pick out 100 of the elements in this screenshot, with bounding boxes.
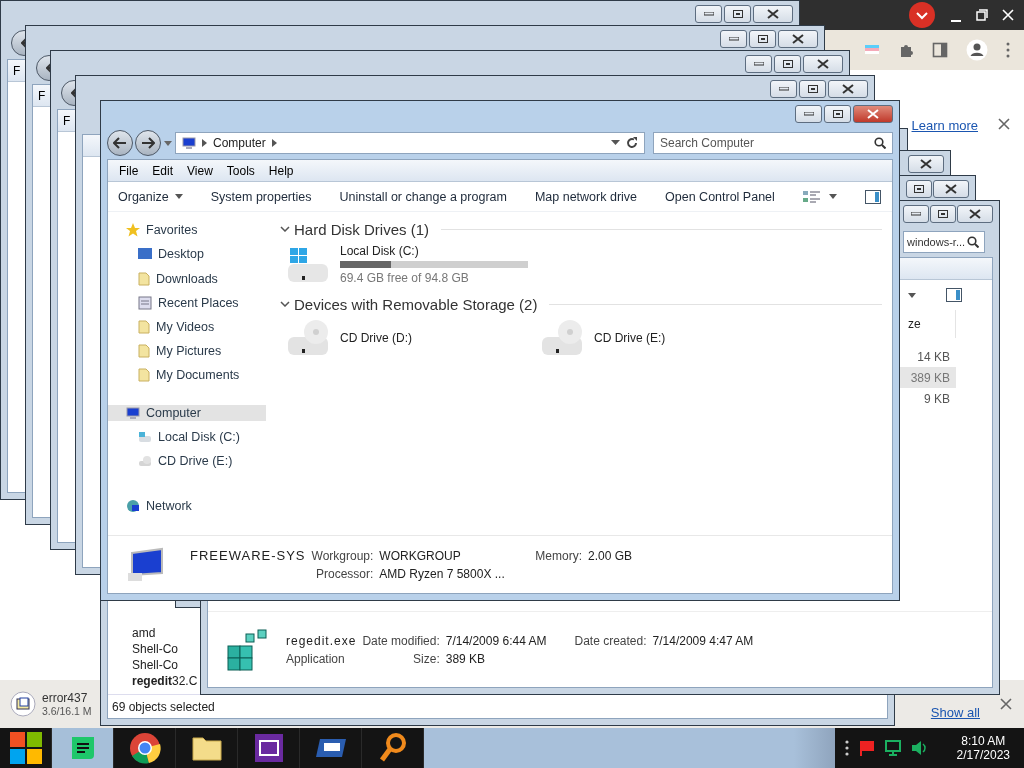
file-name[interactable]: regedit32.C xyxy=(132,674,198,690)
show-all-link[interactable]: Show all xyxy=(930,705,980,720)
chevron-down-icon[interactable] xyxy=(280,301,290,307)
menu-item[interactable]: F xyxy=(36,88,48,103)
back-button[interactable] xyxy=(61,80,75,106)
nav-item[interactable]: Network xyxy=(108,498,266,515)
nav-item[interactable]: My Pictures xyxy=(108,343,266,360)
view-options-icon[interactable] xyxy=(802,189,821,204)
close-button[interactable] xyxy=(933,180,969,198)
caret-icon[interactable] xyxy=(163,139,173,147)
computer-name: FREEWARE-SYS xyxy=(190,548,306,563)
toolbar-button[interactable]: Uninstall or change a program xyxy=(339,189,507,204)
download-name[interactable]: error437 xyxy=(42,691,92,705)
maximize-icon xyxy=(914,185,924,193)
nav-item[interactable]: Favorites xyxy=(108,222,266,239)
maximize-button[interactable] xyxy=(906,180,932,198)
chevron-down-icon[interactable] xyxy=(280,226,290,232)
chevron-down-icon xyxy=(908,1,936,29)
maximize-button[interactable] xyxy=(930,205,956,223)
close-button[interactable] xyxy=(957,205,993,223)
toolbar-button[interactable]: Open Control Panel xyxy=(665,189,775,204)
back-button[interactable] xyxy=(11,30,25,56)
close-button[interactable] xyxy=(828,80,868,98)
speaker-icon[interactable] xyxy=(910,740,927,756)
nav-item[interactable]: Desktop xyxy=(108,246,266,263)
close-icon[interactable] xyxy=(998,118,1010,130)
learn-more-link[interactable]: Learn more xyxy=(911,118,978,133)
drive-name[interactable]: CD Drive (D:) xyxy=(340,331,412,345)
maximize-button[interactable] xyxy=(724,5,751,23)
more-icon[interactable] xyxy=(844,740,849,756)
side-panel-icon[interactable] xyxy=(932,42,948,58)
nav-item[interactable]: My Documents xyxy=(108,367,266,384)
nav-item[interactable]: Computer xyxy=(108,404,266,422)
chevron-right-icon xyxy=(202,139,207,147)
preview-pane-icon[interactable] xyxy=(864,189,881,204)
free-space-text: 69.4 GB free of 94.8 GB xyxy=(340,271,470,285)
field-label: Size: xyxy=(412,651,440,666)
field-value: 2.00 GB xyxy=(588,548,633,563)
nav-item[interactable]: My Videos xyxy=(108,318,266,336)
drive-name[interactable]: CD Drive (E:) xyxy=(594,331,666,345)
refresh-icon[interactable] xyxy=(626,137,638,149)
menu-item[interactable]: Help xyxy=(261,163,301,178)
close-icon xyxy=(867,109,879,119)
download-button[interactable] xyxy=(908,1,936,29)
nav-item[interactable]: Downloads xyxy=(108,270,266,287)
minimize-icon xyxy=(778,87,789,91)
drive-name[interactable]: Local Disk (C:) xyxy=(340,244,528,258)
column-header[interactable]: ze xyxy=(908,317,921,331)
nav-item[interactable]: Recent Places xyxy=(108,294,266,311)
menu-item[interactable]: File xyxy=(112,163,146,178)
close-button[interactable] xyxy=(803,55,843,73)
maximize-icon xyxy=(782,60,793,68)
toolbar-button[interactable]: Map network drive xyxy=(534,189,638,204)
menu-item[interactable]: View xyxy=(180,163,220,178)
toolbar-button[interactable]: Organize xyxy=(118,189,183,204)
maximize-button[interactable] xyxy=(749,30,776,48)
restore-icon xyxy=(976,9,988,21)
forward-button[interactable] xyxy=(135,130,161,156)
puzzle-icon[interactable] xyxy=(898,42,914,58)
caret-icon[interactable] xyxy=(611,140,620,146)
close-button[interactable] xyxy=(753,5,793,23)
caret-icon[interactable] xyxy=(908,292,916,298)
file-name[interactable]: Shell-Co xyxy=(132,642,179,658)
preview-pane-icon[interactable] xyxy=(946,288,962,302)
flag-icon[interactable] xyxy=(858,740,875,756)
maximize-button[interactable] xyxy=(774,55,801,73)
close-button[interactable] xyxy=(908,155,944,173)
close-icon[interactable] xyxy=(1000,698,1012,710)
minimize-icon xyxy=(911,212,921,216)
menu-item[interactable]: F xyxy=(11,63,23,78)
toolbar-button[interactable]: System properties xyxy=(210,189,312,204)
menu-item[interactable]: Tools xyxy=(219,163,262,178)
close-icon xyxy=(842,84,854,94)
back-button[interactable] xyxy=(36,55,50,81)
maximize-button[interactable] xyxy=(824,105,851,123)
chevron-right-icon xyxy=(271,139,277,147)
maximize-button[interactable] xyxy=(799,80,826,98)
taskbar-button[interactable] xyxy=(52,728,114,768)
desktop-icon xyxy=(138,248,152,261)
close-button[interactable] xyxy=(778,30,818,48)
address-bar[interactable]: Computer xyxy=(175,132,645,154)
file-name[interactable]: Shell-Co xyxy=(132,658,179,674)
menu-item[interactable]: F xyxy=(61,113,73,128)
search-icon xyxy=(967,236,980,248)
search-field[interactable]: Search Computer xyxy=(653,132,893,154)
avatar-icon[interactable] xyxy=(966,39,988,61)
monitor-icon[interactable] xyxy=(884,740,901,756)
globe-icon xyxy=(126,499,140,514)
folder-icon xyxy=(138,320,150,334)
maximize-icon xyxy=(938,210,948,218)
restore-button[interactable] xyxy=(976,9,988,21)
file-name[interactable]: amd xyxy=(132,626,156,642)
search-field[interactable]: windows-r... xyxy=(903,231,985,253)
file-type: Application xyxy=(286,651,346,666)
menu-item[interactable]: Edit xyxy=(145,163,181,178)
back-button[interactable] xyxy=(107,130,133,156)
nav-item[interactable]: CD Drive (E:) xyxy=(108,453,266,470)
drive-icon xyxy=(138,431,152,444)
nav-item[interactable]: Local Disk (C:) xyxy=(108,429,266,446)
field-label: Memory: xyxy=(535,548,582,563)
